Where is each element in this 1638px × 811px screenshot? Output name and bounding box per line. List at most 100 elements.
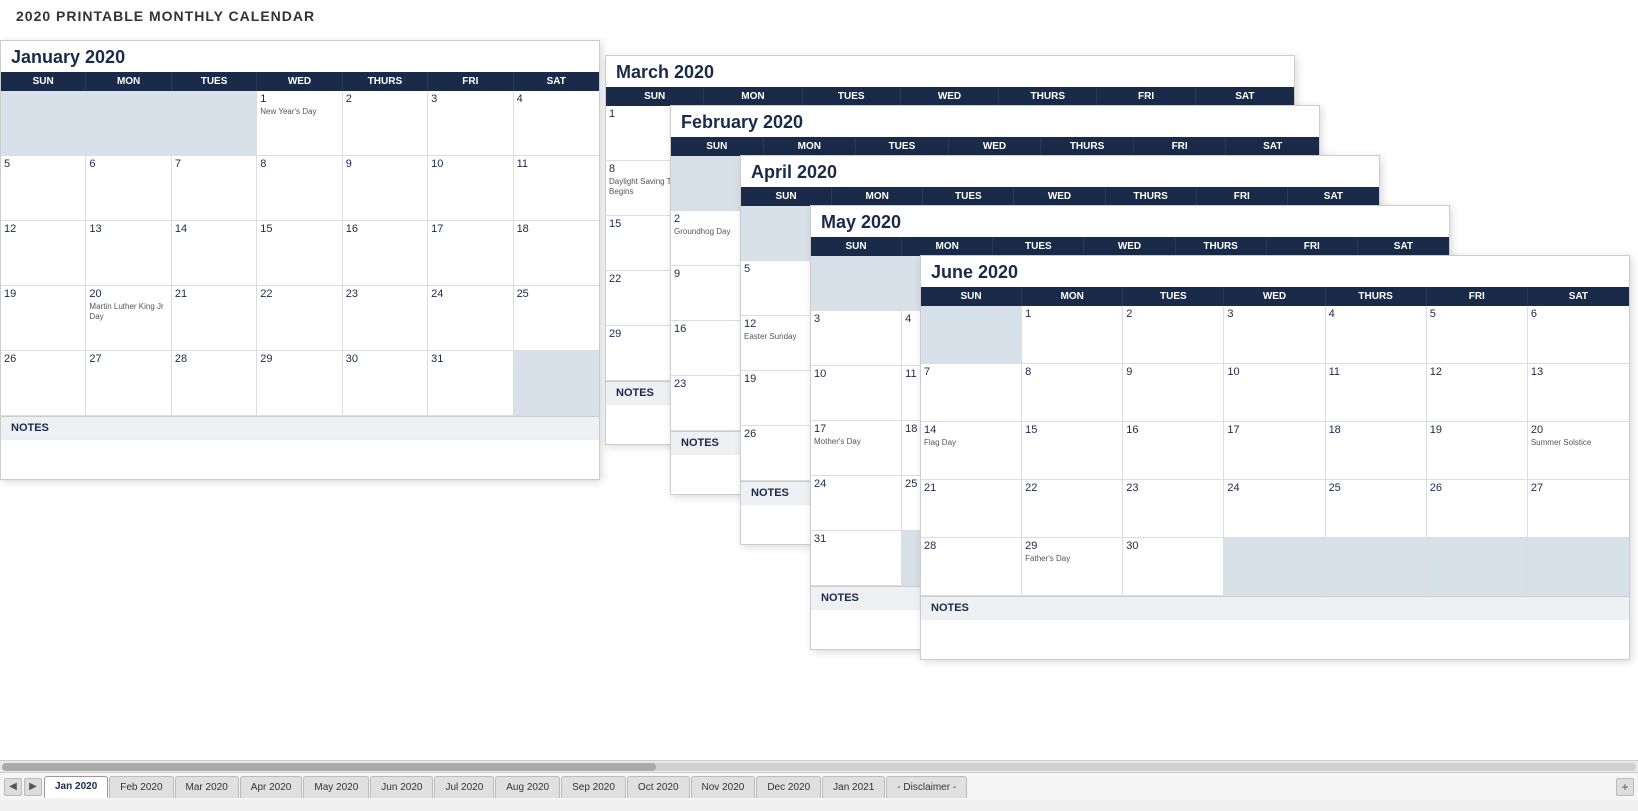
table-row: 21 [921,480,1022,538]
may-title: May 2020 [811,206,1449,237]
tab-jan-2021[interactable]: Jan 2021 [822,776,885,798]
table-row: 5 [1427,306,1528,364]
may-day-sat: SAT [1358,237,1449,256]
table-row: 4 [514,91,599,156]
table-row: 1 [1022,306,1123,364]
table-row: 9 [1123,364,1224,422]
table-row: 31 [428,351,513,416]
january-grid: 1New Year's Day 2 3 4 5 6 7 8 9 10 11 12… [1,91,599,416]
may-day-thu: THURS [1176,237,1267,256]
table-row: 28 [921,538,1022,596]
table-row [921,306,1022,364]
tab-jul-2020[interactable]: Jul 2020 [434,776,494,798]
table-row: 17 [428,221,513,286]
feb-day-thu: THURS [1041,137,1134,156]
may-day-fri: FRI [1267,237,1358,256]
jun-day-sun: SUN [921,287,1022,306]
table-row: 17Mother's Day [811,421,902,476]
tab-bar-scroll: Jan 2020 Feb 2020 Mar 2020 Apr 2020 May … [44,776,1612,798]
table-row: 5 [1,156,86,221]
main-area: 2020 PRINTABLE MONTHLY CALENDAR January … [0,0,1638,760]
scrollbar-track[interactable] [2,763,1636,771]
jun-day-tue: TUES [1123,287,1224,306]
jun-day-mon: MON [1022,287,1123,306]
table-row: 7 [172,156,257,221]
apr-day-fri: FRI [1197,187,1288,206]
table-row: 2 [343,91,428,156]
table-row: 6 [1528,306,1629,364]
january-title: January 2020 [1,41,599,72]
table-row: 8 [257,156,342,221]
tab-jan-2020[interactable]: Jan 2020 [44,776,108,798]
table-row: 11 [1326,364,1427,422]
tab-apr-2020[interactable]: Apr 2020 [240,776,303,798]
apr-day-sat: SAT [1288,187,1379,206]
table-row: 17 [1224,422,1325,480]
june-title: June 2020 [921,256,1629,287]
table-row [1427,538,1528,596]
mar-day-fri: FRI [1097,87,1195,106]
june-notes-label: NOTES [921,596,1629,619]
june-notes-area [921,619,1629,659]
table-row: 12 [1427,364,1528,422]
table-row: 14 [172,221,257,286]
april-header: SUN MON TUES WED THURS FRI SAT [741,187,1379,206]
table-row: 21 [172,286,257,351]
table-row: 18 [1326,422,1427,480]
table-row [172,91,257,156]
tab-sep-2020[interactable]: Sep 2020 [561,776,626,798]
table-row: 25 [1326,480,1427,538]
table-row: 25 [514,286,599,351]
table-row: 3 [428,91,513,156]
tab-jun-2020[interactable]: Jun 2020 [370,776,433,798]
table-row [514,351,599,416]
tab-disclaimer[interactable]: - Disclaimer - [886,776,967,798]
table-row: 28 [172,351,257,416]
mar-day-sat: SAT [1196,87,1294,106]
table-row: 29 [257,351,342,416]
table-row: 24 [428,286,513,351]
tab-add-button[interactable]: + [1616,778,1634,796]
tab-nov-2020[interactable]: Nov 2020 [691,776,756,798]
table-row: 8 [1022,364,1123,422]
may-day-sun: SUN [811,237,902,256]
jun-day-wed: WED [1224,287,1325,306]
table-row: 18 [514,221,599,286]
march-header: SUN MON TUES WED THURS FRI SAT [606,87,1294,106]
tab-next-button[interactable]: ▶ [24,778,42,796]
feb-day-sat: SAT [1226,137,1319,156]
apr-day-sun: SUN [741,187,832,206]
table-row: 31 [811,531,902,586]
jan-day-fri: FRI [428,72,513,91]
table-row: 24 [811,476,902,531]
table-row [1,91,86,156]
tab-aug-2020[interactable]: Aug 2020 [495,776,560,798]
scrollbar-thumb[interactable] [2,763,656,771]
february-header: SUN MON TUES WED THURS FRI SAT [671,137,1319,156]
may-header: SUN MON TUES WED THURS FRI SAT [811,237,1449,256]
may-day-mon: MON [902,237,993,256]
june-header: SUN MON TUES WED THURS FRI SAT [921,287,1629,306]
tab-mar-2020[interactable]: Mar 2020 [175,776,239,798]
tab-may-2020[interactable]: May 2020 [303,776,369,798]
table-row: 16 [1123,422,1224,480]
table-row: 20Martin Luther King Jr Day [86,286,171,351]
table-row [1224,538,1325,596]
table-row: 19 [1427,422,1528,480]
horizontal-scrollbar[interactable] [0,760,1638,772]
table-row: 15 [1022,422,1123,480]
feb-day-wed: WED [949,137,1042,156]
table-row: 4 [1326,306,1427,364]
mar-day-mon: MON [704,87,802,106]
table-row: 3 [811,311,902,366]
table-row: 30 [1123,538,1224,596]
tab-oct-2020[interactable]: Oct 2020 [627,776,690,798]
table-row: 27 [86,351,171,416]
tab-feb-2020[interactable]: Feb 2020 [109,776,173,798]
jun-day-thu: THURS [1326,287,1427,306]
table-row [1326,538,1427,596]
tab-bar: ◀ ▶ Jan 2020 Feb 2020 Mar 2020 Apr 2020 … [0,772,1638,800]
table-row: 6 [86,156,171,221]
tab-dec-2020[interactable]: Dec 2020 [756,776,821,798]
tab-prev-button[interactable]: ◀ [4,778,22,796]
